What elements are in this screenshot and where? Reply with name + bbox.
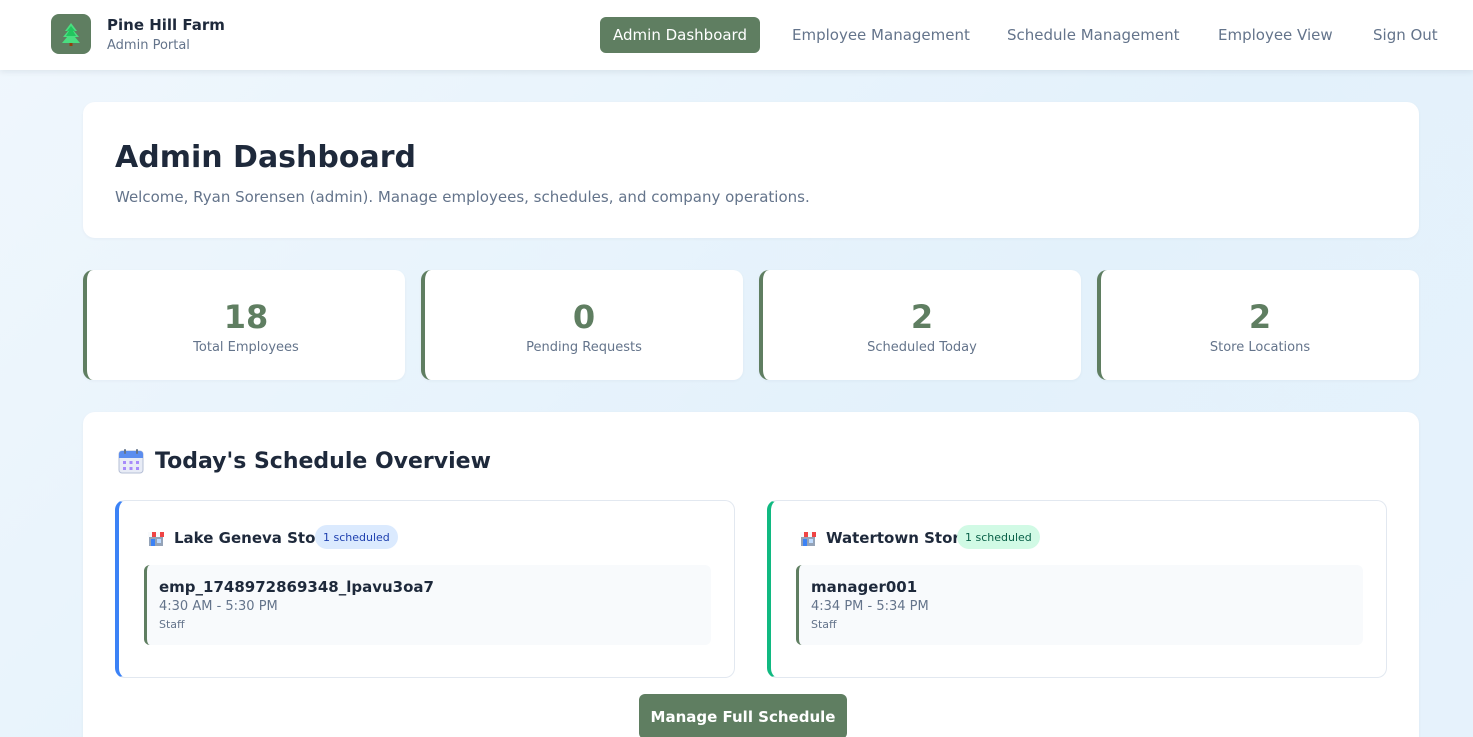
- stat-label: Store Locations: [1209, 340, 1311, 355]
- nav-sign-out[interactable]: Sign Out: [1373, 17, 1438, 53]
- stat-card-scheduled-today: 2 Scheduled Today: [759, 270, 1081, 380]
- stat-label: Pending Requests: [526, 340, 642, 355]
- nav-employee-view[interactable]: Employee View: [1218, 17, 1333, 53]
- top-navigation-bar: Pine Hill Farm Admin Portal Admin Dashbo…: [0, 0, 1473, 70]
- stat-label: Scheduled Today: [867, 340, 977, 355]
- scheduled-count-badge: 1 scheduled: [315, 525, 398, 549]
- store-icon: [799, 529, 817, 547]
- schedule-overview-card: Today's Schedule Overview Lake Geneva St…: [83, 412, 1419, 737]
- section-title: Today's Schedule Overview: [155, 449, 491, 474]
- stat-card-total-employees: 18 Total Employees: [83, 270, 405, 380]
- stat-value: 2: [910, 298, 934, 336]
- shift-role: Staff: [159, 618, 185, 631]
- stat-value: 18: [223, 298, 269, 336]
- stat-card-pending-requests: 0 Pending Requests: [421, 270, 743, 380]
- pine-tree-icon[interactable]: [51, 14, 91, 54]
- shift-time: 4:30 AM - 5:30 PM: [159, 599, 278, 614]
- store-name: Watertown Store: [826, 529, 970, 547]
- shift-employee: emp_1748972869348_lpavu3oa7: [159, 578, 434, 596]
- shift-role: Staff: [811, 618, 837, 631]
- stat-card-store-locations: 2 Store Locations: [1097, 270, 1419, 380]
- page-title: Admin Dashboard: [115, 140, 416, 175]
- manage-full-schedule-button[interactable]: Manage Full Schedule: [639, 694, 847, 737]
- store-icon: [147, 529, 165, 547]
- brand-subtitle: Admin Portal: [107, 38, 190, 53]
- brand-name: Pine Hill Farm: [107, 16, 225, 34]
- welcome-card: Admin Dashboard Welcome, Ryan Sorensen (…: [83, 102, 1419, 238]
- store-card-lake-geneva: Lake Geneva Store 1 scheduled emp_174897…: [115, 500, 735, 678]
- calendar-icon: [118, 448, 144, 474]
- nav-employee-management[interactable]: Employee Management: [792, 17, 970, 53]
- shift-time: 4:34 PM - 5:34 PM: [811, 599, 929, 614]
- stat-value: 2: [1248, 298, 1272, 336]
- stat-label: Total Employees: [193, 340, 299, 355]
- welcome-message: Welcome, Ryan Sorensen (admin). Manage e…: [115, 188, 810, 206]
- scheduled-count-badge: 1 scheduled: [957, 525, 1040, 549]
- nav-admin-dashboard[interactable]: Admin Dashboard: [600, 17, 760, 53]
- shift-item[interactable]: emp_1748972869348_lpavu3oa7 4:30 AM - 5:…: [144, 565, 711, 645]
- nav-schedule-management[interactable]: Schedule Management: [1007, 17, 1180, 53]
- shift-item[interactable]: manager001 4:34 PM - 5:34 PM Staff: [796, 565, 1363, 645]
- stat-value: 0: [572, 298, 596, 336]
- shift-employee: manager001: [811, 578, 918, 596]
- store-card-watertown: Watertown Store 1 scheduled manager001 4…: [767, 500, 1387, 678]
- store-name: Lake Geneva Store: [174, 529, 333, 547]
